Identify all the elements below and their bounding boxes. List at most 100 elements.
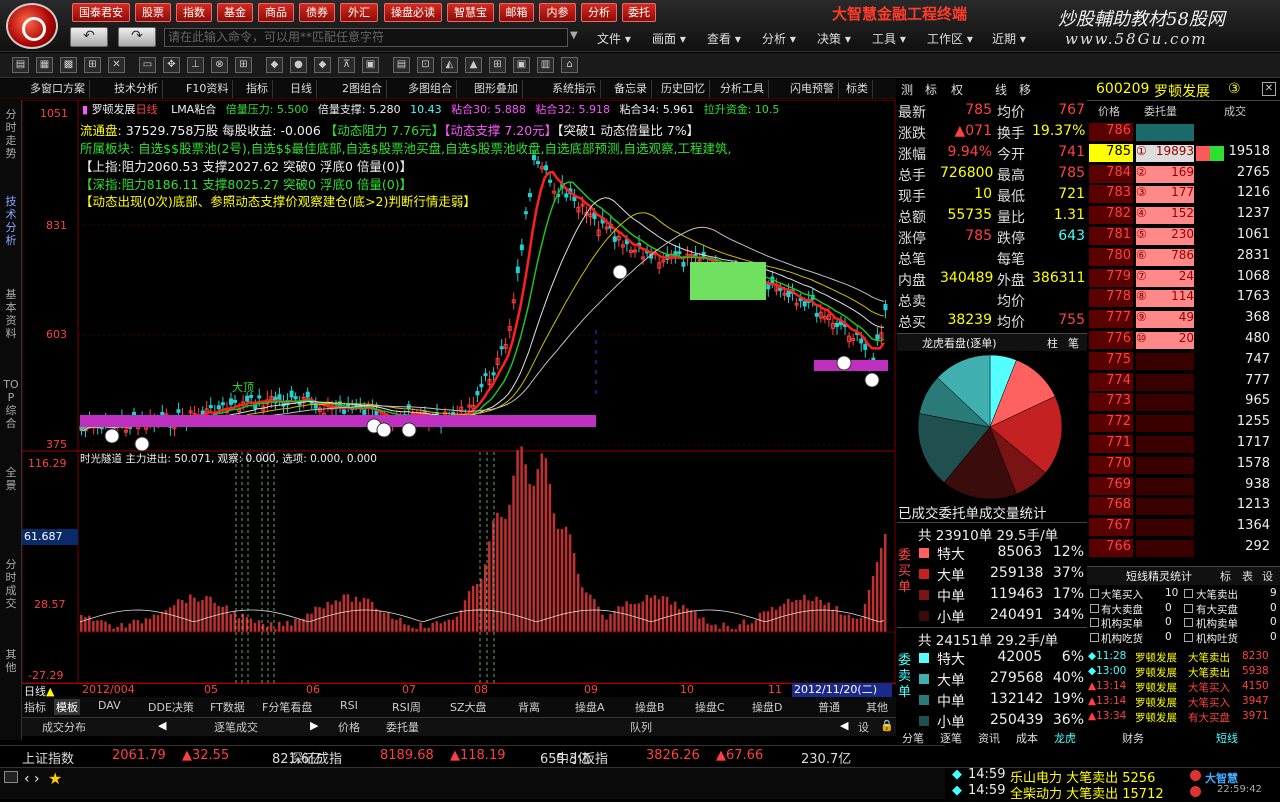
orderbook-price[interactable]: 770: [1089, 455, 1133, 474]
tab-12[interactable]: 闪电预警: [786, 80, 839, 98]
indicator-tab[interactable]: SZ大盘: [450, 699, 487, 715]
menu-item[interactable]: 工作区 ▾: [927, 30, 973, 47]
toolbar-icon[interactable]: ✥: [163, 57, 180, 73]
tab-5[interactable]: 2图组合: [338, 80, 387, 98]
toolbar-icon[interactable]: ▭: [139, 57, 156, 73]
chevron-left-icon[interactable]: ◀: [158, 719, 166, 732]
toolbar-icon[interactable]: ⊼: [338, 57, 355, 73]
left-tab[interactable]: 分时走势: [3, 108, 19, 160]
checkbox[interactable]: [1090, 589, 1099, 598]
indicator-tab[interactable]: 普通: [818, 699, 840, 715]
orderbook-price[interactable]: 773: [1089, 393, 1133, 412]
scroll-arrows-icon[interactable]: ‹ ›: [24, 771, 40, 787]
right-bottom-tab[interactable]: 资讯: [978, 730, 1000, 746]
checkbox[interactable]: [1184, 589, 1193, 598]
indicator-tab[interactable]: 其他: [866, 699, 888, 715]
right-tab[interactable]: 权: [951, 81, 963, 98]
quick-button[interactable]: 操盘必读: [384, 3, 442, 22]
quick-button[interactable]: 指数: [176, 3, 212, 22]
orderbook-price[interactable]: 782: [1089, 206, 1133, 225]
toolbar-icon[interactable]: ▤: [393, 57, 410, 73]
orderbook-price[interactable]: 778: [1089, 289, 1133, 308]
right-tab[interactable]: 标: [925, 81, 937, 98]
orderbook-price[interactable]: 768: [1089, 497, 1133, 516]
left-tab[interactable]: 其他: [3, 648, 19, 674]
toolbar-icon[interactable]: ⊥: [187, 57, 204, 73]
tab-6[interactable]: 多图组合: [404, 80, 457, 98]
chevron-left-icon[interactable]: ◀: [840, 719, 848, 732]
index-name[interactable]: 中小板指: [556, 748, 608, 767]
app-logo[interactable]: [6, 3, 58, 49]
trade-subtab[interactable]: 委托量: [386, 719, 419, 735]
quick-button[interactable]: 内参: [539, 3, 576, 22]
checkbox[interactable]: [1184, 603, 1193, 613]
toolbar-icon[interactable]: ✕: [108, 57, 125, 73]
indicator-tab[interactable]: RSI周: [392, 699, 421, 715]
right-tab[interactable]: 测: [901, 81, 913, 98]
quick-button[interactable]: 外汇: [340, 3, 378, 22]
quick-button[interactable]: 国泰君安: [72, 3, 130, 22]
close-icon[interactable]: ✕: [1262, 82, 1276, 96]
index-name[interactable]: 上证指数: [22, 748, 74, 767]
elf-tab[interactable]: 标: [1220, 568, 1231, 584]
indicator-tab[interactable]: 指标: [24, 699, 46, 715]
orderbook-price[interactable]: 780: [1089, 247, 1133, 266]
tab-9[interactable]: 备忘录: [610, 80, 652, 98]
orderbook-price[interactable]: 772: [1089, 414, 1133, 433]
chevron-down-icon[interactable]: ▼: [570, 30, 578, 41]
right-tab[interactable]: 移: [1019, 81, 1031, 98]
star-icon[interactable]: ★: [48, 769, 62, 788]
toolbar-icon[interactable]: ▩: [60, 57, 77, 73]
tab-2[interactable]: F10资料: [182, 80, 234, 98]
checkbox[interactable]: [1090, 603, 1099, 613]
tab-10[interactable]: 历史回忆: [657, 80, 710, 98]
left-tab[interactable]: 全景: [3, 466, 19, 492]
toolbar-icon[interactable]: ●: [290, 57, 307, 73]
toolbar-icon[interactable]: ▣: [513, 57, 530, 73]
tab-3[interactable]: 指标: [242, 80, 273, 98]
orderbook-price[interactable]: 783: [1089, 185, 1133, 204]
checkbox[interactable]: [1184, 632, 1193, 642]
right-bottom-tab[interactable]: 分笔: [902, 730, 924, 746]
left-tab[interactable]: 技术分析: [3, 195, 19, 247]
quick-button[interactable]: 商品: [258, 3, 294, 22]
quick-button[interactable]: 委托: [622, 3, 656, 22]
right-bottom-tab[interactable]: 逐笔: [940, 730, 962, 746]
toolbar-icon[interactable]: ⌂: [561, 57, 578, 73]
elf-tab[interactable]: 表: [1242, 568, 1253, 584]
trade-subtab[interactable]: 成交分布: [42, 719, 86, 735]
quick-button[interactable]: 债券: [299, 3, 335, 22]
orderbook-price[interactable]: 774: [1089, 372, 1133, 391]
news-text[interactable]: 全柴动力 大笔卖出 15712: [1010, 783, 1164, 802]
indicator-tab[interactable]: DAV: [98, 699, 121, 712]
toolbar-icon[interactable]: ⊞: [84, 57, 101, 73]
quick-button[interactable]: 分析: [581, 3, 617, 22]
left-tab[interactable]: TOP综合: [3, 378, 19, 430]
right-tab[interactable]: 线: [995, 81, 1007, 98]
toolbar-icon[interactable]: ▦: [36, 57, 53, 73]
orderbook-price[interactable]: 781: [1089, 227, 1133, 245]
orderbook-price[interactable]: 771: [1089, 435, 1133, 453]
indicator-tab[interactable]: 模板: [54, 699, 80, 715]
quick-button[interactable]: 股票: [135, 3, 171, 22]
quick-button[interactable]: 智慧宝: [447, 3, 494, 22]
close-icon[interactable]: [1190, 786, 1201, 797]
orderbook-price[interactable]: 775: [1089, 351, 1133, 370]
orderbook-price[interactable]: 779: [1089, 268, 1133, 287]
right-bottom-tab[interactable]: 龙虎: [1054, 730, 1076, 746]
indicator-tab[interactable]: RSI: [340, 699, 358, 712]
tab-0[interactable]: 多窗口方案: [26, 80, 90, 98]
menu-item[interactable]: 工具 ▾: [872, 30, 906, 47]
indicator-tab[interactable]: 操盘A: [575, 699, 605, 715]
orderbook-price[interactable]: 777: [1089, 310, 1133, 329]
back-button[interactable]: ↶: [70, 27, 108, 47]
forward-button[interactable]: ↷: [118, 27, 156, 47]
menu-item[interactable]: 文件 ▾: [597, 30, 631, 47]
trade-subtab[interactable]: 逐笔成交: [214, 719, 258, 735]
menu-item[interactable]: 查看 ▾: [707, 30, 741, 47]
tab-4[interactable]: 日线: [286, 80, 317, 98]
tab-13[interactable]: 标类: [842, 80, 873, 98]
pie-tab-bar[interactable]: 柱: [1047, 335, 1058, 351]
chevron-right-icon[interactable]: ▶: [310, 719, 318, 732]
checkbox[interactable]: [1090, 632, 1099, 642]
